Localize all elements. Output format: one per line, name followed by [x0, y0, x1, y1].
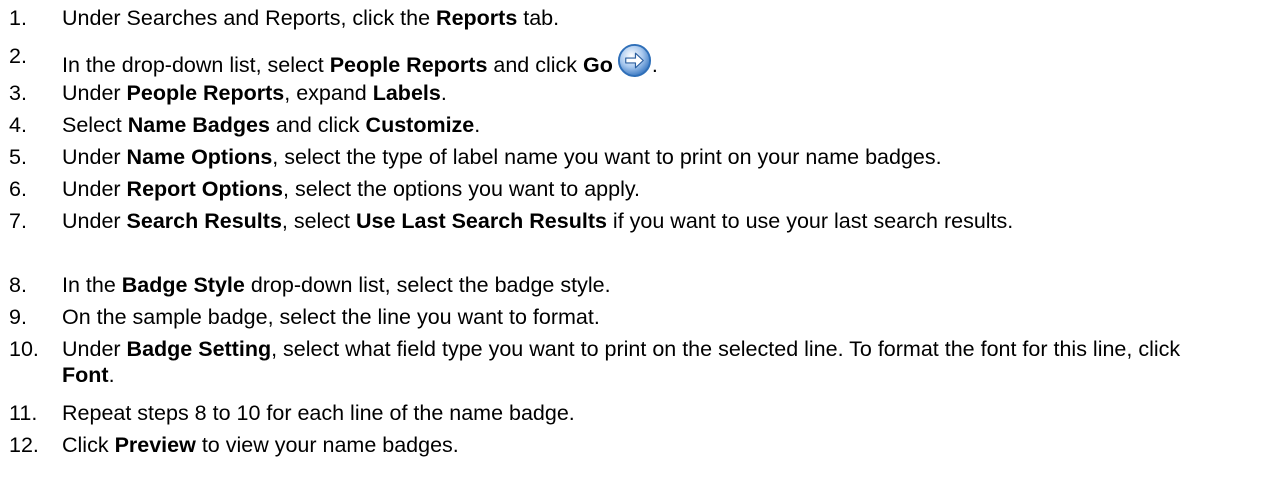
step-text: In the Badge Style drop-down list, selec… — [62, 273, 611, 297]
step-text: Under Name Options, select the type of l… — [62, 145, 942, 169]
step-number: 7. — [9, 209, 27, 233]
step-number: 2. — [9, 44, 27, 68]
step-text: Under Badge Setting, select what field t… — [62, 337, 1181, 387]
instruction-steps: 1. Under Searches and Reports, click the… — [0, 0, 1262, 500]
step-text: Select Name Badges and click Customize. — [62, 113, 481, 137]
step-number: 10. — [9, 337, 39, 361]
step-number: 9. — [9, 305, 27, 329]
step-text: Click Preview to view your name badges. — [62, 433, 459, 457]
step-text: Under Report Options, select the options… — [62, 177, 640, 201]
step-text: Under Search Results, select Use Last Se… — [62, 209, 1014, 233]
step-number: 12. — [9, 433, 39, 457]
step-text: On the sample badge, select the line you… — [62, 305, 600, 329]
step-text: Repeat steps 8 to 10 for each line of th… — [62, 401, 575, 425]
go-arrow-icon — [617, 43, 651, 78]
step-number: 4. — [9, 113, 27, 137]
step-number: 6. — [9, 177, 27, 201]
step-number: 11. — [9, 401, 38, 425]
step-number: 3. — [9, 81, 27, 105]
step-text: Under Searches and Reports, click the Re… — [62, 6, 560, 30]
step-text: In the drop-down list, select People Rep… — [62, 43, 658, 78]
step-number: 5. — [9, 145, 27, 169]
step-number: 8. — [9, 273, 27, 297]
step-text: Under People Reports, expand Labels. — [62, 81, 447, 105]
step-number: 1. — [9, 6, 27, 30]
